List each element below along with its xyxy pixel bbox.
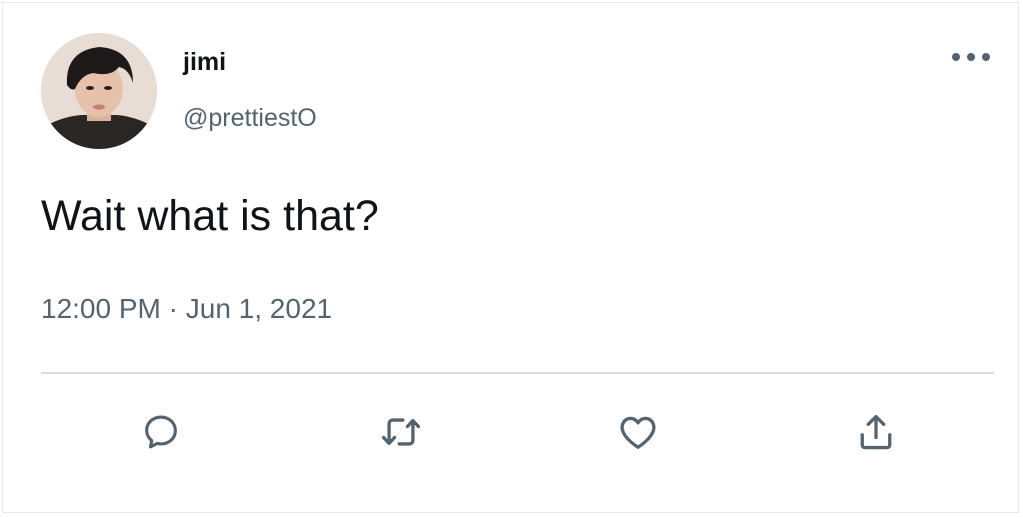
share-icon xyxy=(860,414,892,450)
share-button[interactable] xyxy=(851,407,901,457)
avatar-photo xyxy=(41,33,157,149)
tweet-text: Wait what is that? xyxy=(41,192,379,240)
retweet-button[interactable] xyxy=(376,407,426,457)
like-button[interactable] xyxy=(613,407,663,457)
retweet-icon xyxy=(381,418,421,446)
reply-button[interactable] xyxy=(136,407,186,457)
user-handle[interactable]: @prettiestO xyxy=(183,103,317,133)
divider xyxy=(41,372,994,374)
display-name[interactable]: jimi xyxy=(183,47,226,77)
tweet-date: Jun 1, 2021 xyxy=(185,293,333,324)
avatar[interactable] xyxy=(41,33,157,149)
tweet-card: jimi @prettiestO Wait what is that? 12:0… xyxy=(2,2,1019,513)
tweet-timestamp[interactable]: 12:00 PM · Jun 1, 2021 xyxy=(41,291,332,327)
heart-icon xyxy=(620,416,656,449)
more-options-button[interactable] xyxy=(945,41,997,73)
tweet-time: 12:00 PM xyxy=(41,293,161,324)
meta-separator: · xyxy=(168,293,178,324)
more-horizontal-icon xyxy=(952,53,990,61)
reply-icon xyxy=(145,415,177,449)
